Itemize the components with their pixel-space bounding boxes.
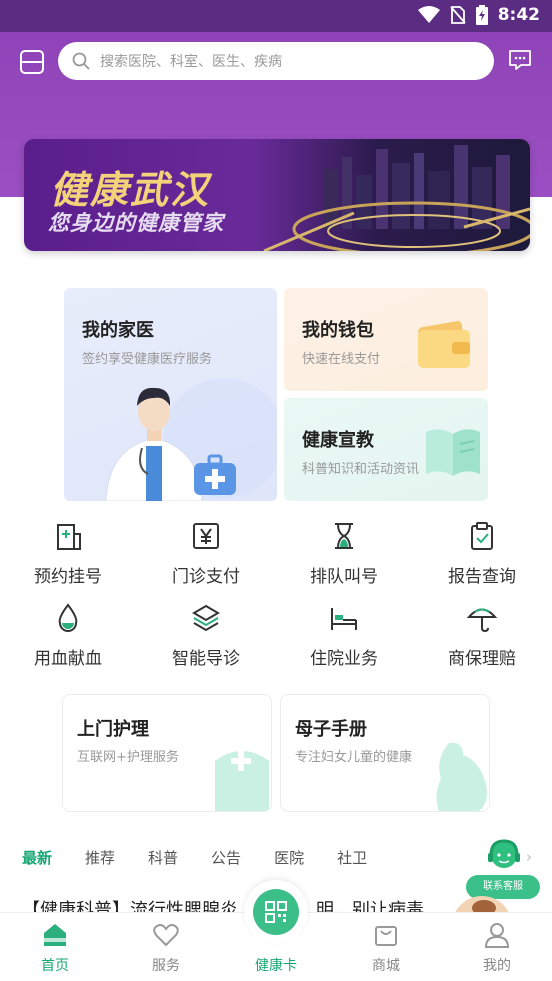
service-label: 门诊支付 (172, 567, 240, 587)
layers-icon (192, 604, 220, 632)
user-icon (484, 923, 510, 948)
service-appointment[interactable]: 预约挂号 (13, 520, 123, 587)
family-doctor-card[interactable]: 我的家医 签约享受健康医疗服务 (64, 288, 277, 501)
shopping-bag-icon (375, 926, 397, 946)
yuan-icon (193, 523, 219, 549)
tab-science[interactable]: 科普 (148, 847, 178, 868)
scan-menu-icon[interactable] (18, 48, 46, 76)
banner-subtitle: 您身边的健康管家 (48, 211, 224, 235)
service-smart-triage[interactable]: 智能导诊 (151, 602, 261, 669)
health-education-card[interactable]: 健康宣教 科普知识和活动资讯 (284, 398, 488, 501)
battery-icon (475, 5, 488, 25)
service-report[interactable]: 报告查询 (427, 520, 537, 587)
home-nursing-card[interactable]: 上门护理 互联网+护理服务 (62, 694, 272, 812)
home-nursing-title: 上门护理 (77, 719, 149, 740)
nav-home[interactable]: 首页 (15, 921, 95, 975)
service-outpatient-payment[interactable]: 门诊支付 (151, 520, 261, 587)
maternal-handbook-card[interactable]: 母子手册 专注妇女儿童的健康 (280, 694, 490, 812)
bed-icon (331, 608, 357, 630)
service-queue[interactable]: 排队叫号 (289, 520, 399, 587)
tab-hospitals[interactable]: 医院 (274, 847, 304, 868)
wifi-icon (417, 6, 440, 23)
tab-community-health[interactable]: 社卫 (337, 847, 367, 868)
tab-recommended[interactable]: 推荐 (85, 847, 115, 868)
nav-mine[interactable]: 我的 (457, 921, 537, 975)
nav-services-label: 服务 (152, 958, 180, 974)
qr-code-icon (265, 901, 287, 923)
doctor-illustration-icon (105, 378, 277, 501)
nav-mall[interactable]: 商城 (346, 921, 426, 975)
nav-health-card[interactable] (244, 880, 308, 944)
status-icons: 8:42 (417, 5, 540, 25)
nav-home-label: 首页 (41, 958, 69, 974)
wallet-icon (418, 321, 470, 368)
nav-mall-label: 商城 (372, 958, 400, 974)
blood-drop-icon (58, 603, 78, 632)
wallet-title: 我的钱包 (302, 320, 374, 341)
nav-services[interactable]: 服务 (126, 921, 206, 975)
hospital-icon (57, 524, 81, 550)
chevron-right-icon[interactable]: › (526, 848, 532, 866)
maternal-handbook-subtitle: 专注妇女儿童的健康 (295, 750, 413, 765)
customer-service-icon[interactable] (484, 836, 524, 876)
home-icon (44, 924, 66, 946)
service-label: 智能导诊 (172, 649, 240, 669)
no-sim-icon (450, 6, 466, 24)
service-label: 排队叫号 (310, 567, 378, 587)
hourglass-icon (335, 523, 353, 549)
search-input[interactable]: 搜索医院、科室、医生、疾病 (58, 42, 494, 80)
maternal-handbook-title: 母子手册 (295, 719, 367, 740)
home-nursing-subtitle: 互联网+护理服务 (77, 750, 179, 765)
service-label: 报告查询 (448, 567, 516, 587)
status-time: 8:42 (497, 5, 540, 25)
tab-latest[interactable]: 最新 (22, 847, 52, 868)
nav-mine-label: 我的 (483, 958, 511, 974)
service-blood[interactable]: 用血献血 (13, 602, 123, 669)
promo-banner[interactable]: 健康武汉 您身边的健康管家 (24, 139, 530, 251)
nurse-cap-icon (215, 751, 269, 811)
heart-icon (153, 924, 179, 947)
wallet-subtitle: 快速在线支付 (302, 352, 381, 367)
message-icon[interactable] (508, 48, 532, 72)
service-label: 商保理赔 (448, 649, 516, 669)
pregnancy-icon (436, 742, 487, 811)
service-inpatient[interactable]: 住院业务 (289, 602, 399, 669)
service-label: 预约挂号 (34, 567, 102, 587)
health-card-button (253, 889, 299, 935)
status-bar: 8:42 (0, 0, 552, 32)
umbrella-icon (466, 608, 498, 633)
news-tabs: 最新 推荐 科普 公告 医院 社卫 (22, 847, 400, 868)
service-label: 用血献血 (34, 649, 102, 669)
health-education-subtitle: 科普知识和活动资讯 (302, 462, 420, 477)
wallet-card[interactable]: 我的钱包 快速在线支付 (284, 288, 488, 391)
book-icon (426, 429, 480, 476)
service-insurance[interactable]: 商保理赔 (427, 602, 537, 669)
search-icon (72, 52, 90, 70)
service-label: 住院业务 (310, 649, 378, 669)
tab-announcements[interactable]: 公告 (211, 847, 241, 868)
banner-title: 健康武汉 (50, 168, 211, 212)
search-placeholder: 搜索医院、科室、医生、疾病 (100, 54, 282, 70)
clipboard-icon (471, 522, 493, 550)
health-education-title: 健康宣教 (302, 430, 374, 451)
nav-health-card-label[interactable]: 健康卡 (236, 955, 316, 975)
